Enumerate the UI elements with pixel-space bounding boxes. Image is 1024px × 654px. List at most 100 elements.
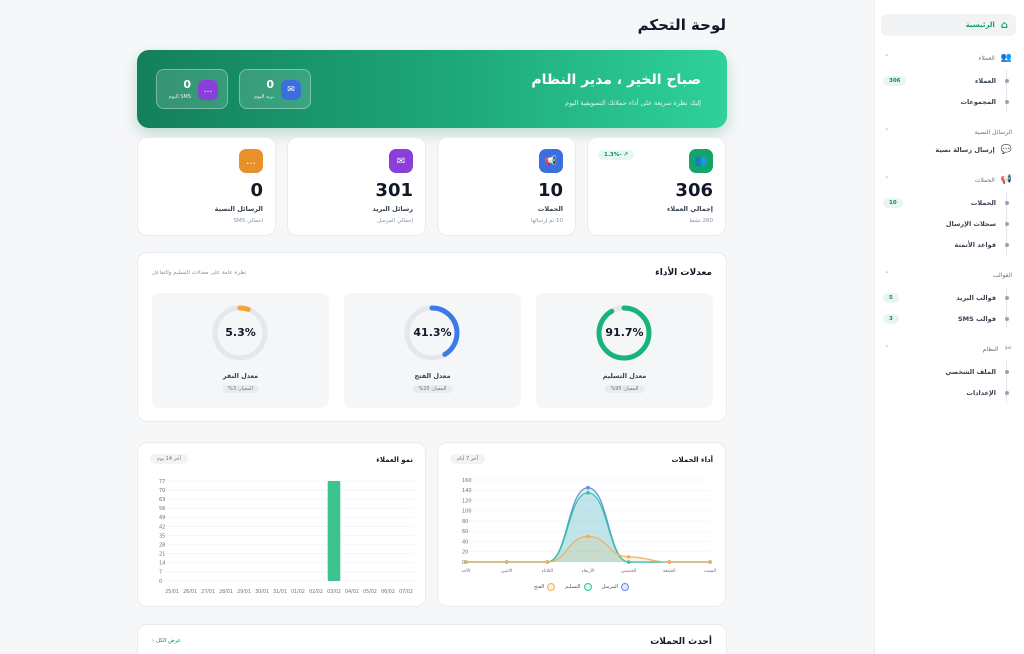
gauge-delivery-rate: 91.7% معدل التسليم المعيار: 95%	[536, 293, 713, 408]
sidebar-section-header[interactable]: 📢 الحملات ˄	[881, 172, 1016, 188]
x-tick-label: الأربعاء	[582, 567, 595, 574]
stat-card-emails[interactable]: ✉ 301 رسائل البريد إجمالي المرسل	[287, 137, 426, 236]
stat-card-customers[interactable]: 👥 ↗ -1.3% 306 إجمالي العملاء 280 نشط	[587, 137, 726, 236]
sidebar-section-sms: الرسائل النصية ˄ 💬 إرسال رسالة نصية	[881, 124, 1016, 160]
page-title: لوحة التحكم	[637, 16, 726, 34]
growth-bar-chart: 0 7 14 21 28 35 42 49 56 63 70 77 25/01 26/01 27/01 28/…	[159, 479, 415, 595]
data-point	[586, 491, 590, 495]
y-tick-label: 56	[159, 506, 165, 512]
sidebar-item-send-logs[interactable]: سجلات الإرسال	[881, 213, 1009, 234]
chevron-up-icon: ˄	[885, 54, 889, 62]
sidebar-section-header[interactable]: القوالب ˄	[881, 267, 1016, 283]
series-area	[466, 536, 710, 562]
y-tick-label: 63	[159, 497, 165, 503]
chevron-up-icon: ˄	[885, 271, 889, 279]
x-tick-label: 26/01	[183, 589, 197, 595]
sidebar-section-header[interactable]: 👥 العملاء ˄	[881, 50, 1016, 66]
view-all-link[interactable]: عرض الكل ‹	[152, 638, 181, 644]
y-tick-label: 49	[159, 515, 165, 521]
sidebar-item-home[interactable]: ⌂ الرئيسية	[881, 14, 1016, 36]
users-icon: 👥	[689, 149, 713, 173]
stat-subtext: 280 نشط	[689, 218, 713, 224]
sidebar-item-profile[interactable]: الملف الشخصي	[881, 361, 1009, 382]
y-tick-label: 7	[159, 570, 162, 576]
y-tick-label: 0	[159, 579, 162, 585]
sidebar-section-header[interactable]: ✂ النظام ˄	[881, 341, 1016, 357]
sidebar-item-automation-rules[interactable]: قواعد الأتمتة	[881, 234, 1009, 255]
y-tick-label: 77	[159, 479, 165, 485]
sidebar-item-label: قواعد الأتمتة	[954, 240, 996, 249]
chevron-up-icon: ˄	[885, 176, 889, 184]
sidebar-section-customers: 👥 العملاء ˄ العملاء 306 المجموعات	[881, 50, 1016, 112]
data-point	[464, 560, 468, 564]
gauge-value: 91.7%	[605, 326, 644, 339]
legend-item[interactable]: المرسل	[602, 583, 630, 591]
section-title: الرسائل النصية	[974, 128, 1012, 136]
chip-label: SMS اليوم	[168, 94, 191, 100]
today-email-chip: ✉ 0 بريد اليوم	[239, 69, 311, 109]
panel-title: معدلات الأداء	[655, 268, 712, 278]
count-badge: 5	[883, 292, 899, 303]
sidebar-item-groups[interactable]: المجموعات	[881, 91, 1009, 112]
data-point	[708, 560, 712, 564]
gauge-open-rate: 41.3% معدل الفتح المعيار: 20%	[344, 293, 521, 408]
sms-icon: …	[239, 149, 263, 173]
view-all-label: عرض الكل	[155, 638, 182, 644]
home-icon: ⌂	[1000, 19, 1008, 31]
sidebar-item-label: الحملات	[970, 198, 996, 207]
sidebar-item-label: العملاء	[975, 76, 996, 85]
sidebar-item-label: المجموعات	[960, 97, 996, 106]
gauge-standard: المعيار: 20%	[412, 385, 453, 393]
sidebar-item-customers[interactable]: العملاء 306	[881, 70, 1009, 91]
legend-item[interactable]: التسليم	[565, 583, 592, 591]
sidebar-item-email-templates[interactable]: قوالب البريد 5	[881, 287, 1009, 308]
sms-icon: …	[198, 80, 218, 100]
trend-badge: ↗ -1.3%	[598, 150, 635, 160]
x-tick-label: الثلاثاء	[542, 569, 553, 574]
gauge-standard: المعيار: 3%	[222, 385, 259, 393]
sidebar-item-label: الإعدادات	[966, 388, 996, 397]
count-badge: 3	[883, 313, 899, 324]
stat-value: 306	[675, 180, 713, 201]
sidebar-item-sms-templates[interactable]: قوالب SMS 3	[881, 308, 1009, 329]
gauge-value: 41.3%	[413, 326, 452, 339]
sidebar-section-header[interactable]: الرسائل النصية ˄	[881, 124, 1016, 140]
stat-card-campaigns[interactable]: 📢 10 الحملات 10 تم إرسالها	[437, 137, 576, 236]
stat-card-sms[interactable]: … 0 الرسائل النصية إجمالي SMS	[137, 137, 276, 236]
data-point	[545, 560, 550, 564]
sidebar-item-label: الملف الشخصي	[945, 367, 996, 376]
legend-item[interactable]: الفتح	[534, 583, 556, 591]
count-badge: 10	[883, 197, 903, 208]
sidebar-item-campaigns[interactable]: الحملات 10	[881, 192, 1009, 213]
legend-label: التسليم	[565, 584, 581, 590]
gauge-value: 5.3%	[225, 326, 256, 339]
data-point	[504, 560, 509, 564]
y-tick-label: 35	[159, 533, 165, 539]
welcome-banner: صباح الخير ، مدير النظام إليك نظرة سريعة…	[137, 50, 727, 128]
mail-icon: ✉	[389, 149, 413, 173]
customer-growth-card: نمو العملاء آخر 14 يوم 0 7 14 21 28 35 42 49 56 6…	[137, 442, 426, 607]
chip-value: 0	[183, 78, 191, 91]
data-point	[667, 560, 672, 564]
legend-swatch	[621, 583, 630, 591]
sidebar-item-label: قوالب SMS	[958, 314, 996, 323]
stat-subtext: إجمالي SMS	[233, 218, 263, 224]
stat-value: 0	[250, 180, 263, 201]
gauge-label: معدل التسليم	[602, 372, 647, 380]
x-tick-label: الخميس	[621, 569, 636, 574]
sidebar-item-send-sms[interactable]: 💬 إرسال رسالة نصية	[881, 140, 1016, 160]
sidebar-item-settings[interactable]: الإعدادات	[881, 382, 1009, 403]
mail-icon: ✉	[281, 80, 301, 100]
x-tick-label: السبت	[704, 569, 716, 574]
y-tick-label: 21	[159, 552, 165, 558]
gauge-label: معدل النقر	[222, 372, 259, 380]
gauge-label: معدل الفتح	[414, 372, 451, 380]
y-tick-label: 100	[462, 509, 472, 515]
y-tick-label: 160	[462, 478, 472, 484]
x-tick-label: الاثنين	[501, 569, 512, 574]
megaphone-icon: 📢	[1000, 175, 1012, 185]
recent-campaigns-panel: أحدث الحملات عرض الكل ‹	[137, 624, 727, 654]
x-tick-label: 27/01	[201, 589, 215, 595]
chat-icon: 💬	[1000, 145, 1012, 155]
stat-subtext: 10 تم إرسالها	[530, 218, 563, 224]
